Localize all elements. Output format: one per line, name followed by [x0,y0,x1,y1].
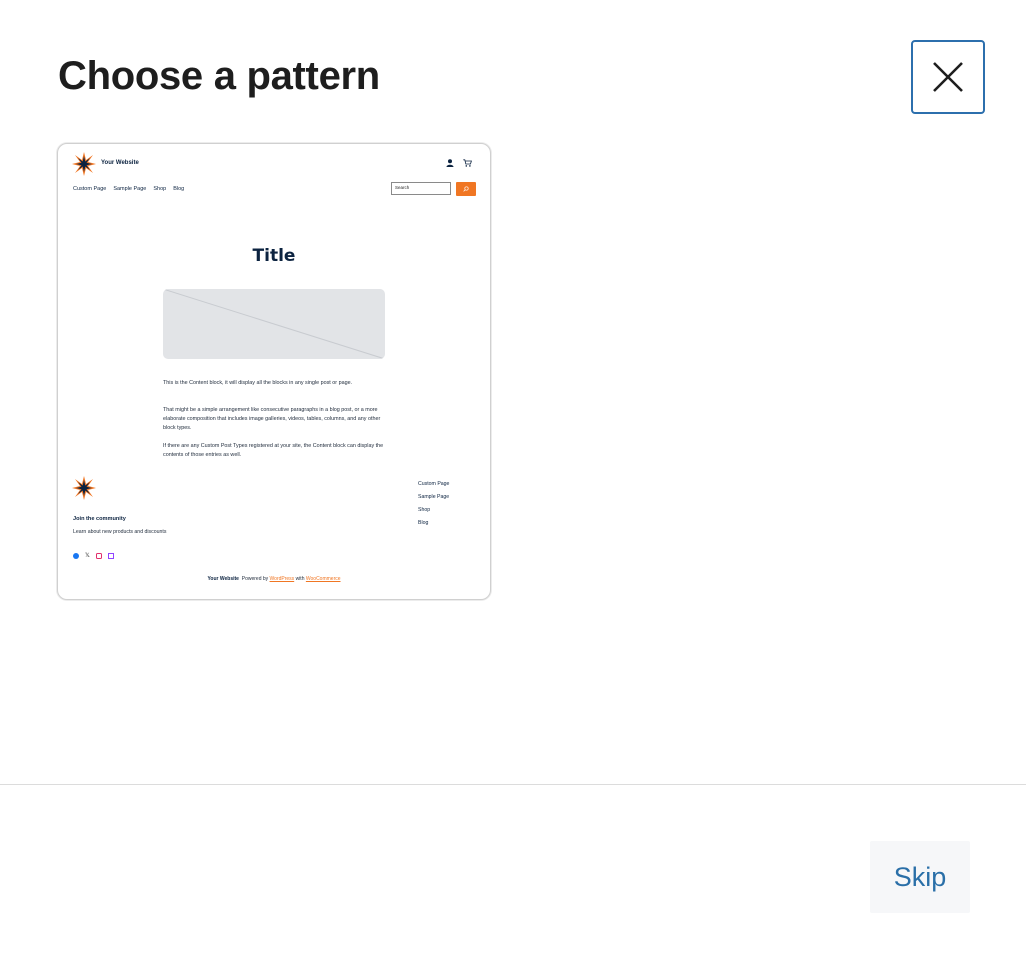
site-logo-icon [72,152,96,176]
preview-paragraph: That might be a simple arrangement like … [163,407,381,431]
preview-footer-link: Blog [418,520,429,526]
account-icon [446,159,454,167]
search-icon [463,186,469,192]
preview-credit: Your Website Powered by WordPress with W… [58,576,490,582]
preview-footer-link: Sample Page [418,494,450,500]
instagram-icon [95,553,102,559]
preview-site-title: Your Website [101,160,139,166]
preview-community-text: Learn about new products and discounts [73,529,167,535]
preview-community-heading: Join the community [73,516,126,522]
preview-nav-item: Custom Page [73,186,107,192]
close-icon [933,62,963,92]
preview-image-placeholder [163,289,385,359]
preview-footer-link: Shop [418,507,431,513]
preview-paragraph: If there are any Custom Post Types regis… [163,443,384,458]
preview-footer-link: Custom Page [418,481,450,487]
preview-nav-item: Blog [173,186,185,192]
skip-button[interactable]: Skip [870,841,970,913]
preview-credit-wordpress: WordPress [269,576,295,582]
preview-social-icons: 𝕏 [73,553,114,559]
preview-nav-item: Shop [153,186,167,192]
preview-credit-woocommerce: WooCommerce [305,576,341,582]
footer-logo-icon [72,476,96,500]
modal-title: Choose a pattern [58,54,380,98]
preview-search-button [456,182,476,196]
facebook-icon [73,553,79,559]
preview-credit-with: with [295,576,305,582]
x-icon: 𝕏 [85,553,90,559]
cart-icon [463,159,472,167]
pattern-card[interactable]: Your Website Custom Page Sample Page Sho… [57,143,491,600]
preview-credit-powered: Powered by [241,576,269,582]
preview-title: Title [252,246,296,266]
preview-search-field: Search [391,182,451,195]
preview-nav: Custom Page Sample Page Shop Blog [73,186,184,192]
close-button[interactable] [911,40,985,114]
preview-credit-site: Your Website [207,576,239,582]
preview-nav-item: Sample Page [113,186,147,192]
twitch-icon [107,553,114,559]
preview-footer-links: Custom Page Sample Page Shop Blog [418,478,449,530]
footer-divider [0,784,1026,785]
preview-paragraph: This is the Content block, it will displ… [163,380,353,386]
